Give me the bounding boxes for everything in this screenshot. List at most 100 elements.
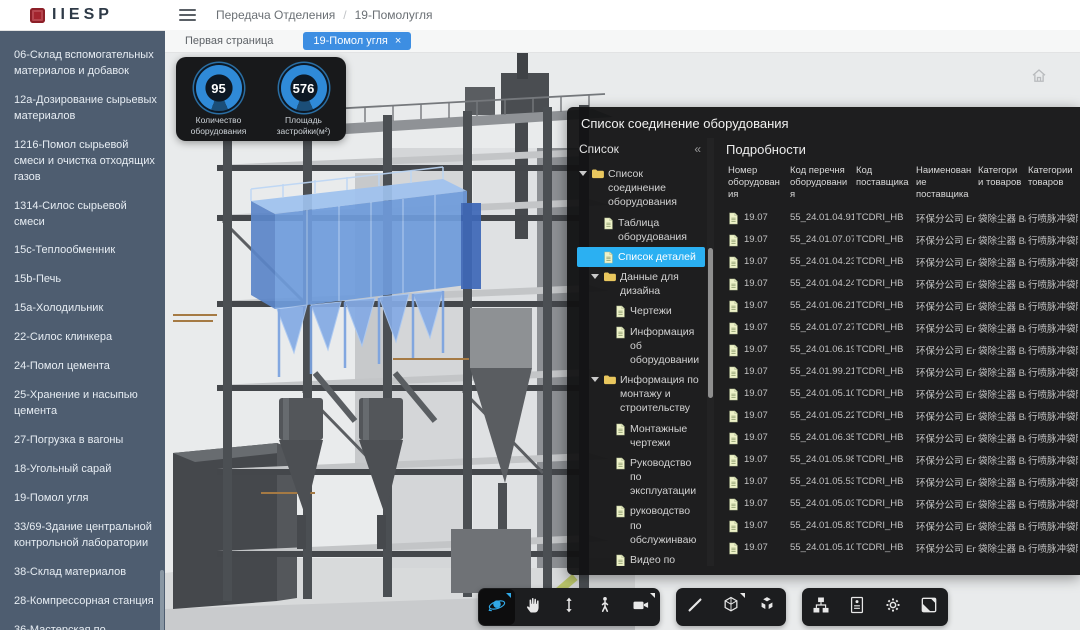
tree-item[interactable]: Список деталей: [577, 247, 705, 267]
column-header[interactable]: Категории товаров: [976, 163, 1026, 207]
sidebar-item[interactable]: 15b-Печь: [14, 272, 159, 288]
tool-fullscreen-button[interactable]: [911, 589, 947, 625]
table-row[interactable]: 19.0755_24.01.05.100TCDRI_HB环保分公司 Envirc…: [726, 383, 1078, 405]
tool-elevation-button[interactable]: [551, 589, 587, 625]
table-cell: 19.07: [726, 339, 788, 361]
table-row[interactable]: 19.0755_24.01.04.24TCDRI_HB环保分公司 Envirc袋…: [726, 273, 1078, 295]
sidebar-item[interactable]: 22-Силос клинкера: [14, 330, 159, 346]
tree-item[interactable]: руководство по обслужинваю: [577, 501, 705, 550]
file-icon: [728, 300, 739, 313]
table-cell: TCDRI_HB: [854, 251, 914, 273]
expand-caret-icon[interactable]: [579, 171, 587, 176]
tree-scrollbar[interactable]: [707, 138, 714, 566]
menu-icon[interactable]: [179, 6, 196, 24]
toolbar-group: [802, 588, 948, 626]
table-cell: 行喷脉冲袋除: [1026, 537, 1078, 559]
tool-walk-button[interactable]: [587, 589, 623, 625]
table-cell: 袋除尘器 Bag: [976, 207, 1026, 229]
tree-item-folder[interactable]: Данные для дизайна: [577, 267, 705, 301]
table-row[interactable]: 19.0755_24.01.06.19TCDRI_HB环保分公司 Envirc袋…: [726, 339, 1078, 361]
tab-inactive[interactable]: Первая страница: [181, 33, 277, 49]
table-cell: 55_24.01.05.53: [788, 471, 854, 493]
sidebar-item[interactable]: 18-Угольный сарай: [14, 462, 159, 478]
collapse-icon[interactable]: «: [694, 142, 701, 156]
tool-settings-button[interactable]: [875, 589, 911, 625]
sidebar-item[interactable]: 33/69-Здание центральной контрольной лаб…: [14, 520, 159, 552]
tool-hierarchy-button[interactable]: [803, 589, 839, 625]
tree-item-folder[interactable]: Информация по монтажу и строительству: [577, 370, 705, 419]
tool-pan-button[interactable]: [515, 589, 551, 625]
logo: IIESP: [0, 6, 165, 24]
table-cell: TCDRI_HB: [854, 339, 914, 361]
table-row[interactable]: 19.0755_24.01.04.23TCDRI_HB环保分公司 Envirc袋…: [726, 251, 1078, 273]
sidebar-item[interactable]: 19-Помол угля: [14, 491, 159, 507]
table-cell: 袋除尘器 Bag: [976, 361, 1026, 383]
tool-orbit-button[interactable]: [479, 589, 515, 625]
fullscreen-icon: [919, 595, 939, 620]
sidebar-item[interactable]: 06-Склад вспомогательных материалов и до…: [14, 48, 159, 80]
tree-item[interactable]: Монтажные чертежи: [577, 419, 705, 453]
table-row[interactable]: 19.0755_24.01.06.35TCDRI_HB环保分公司 Envirc袋…: [726, 427, 1078, 449]
file-icon: [615, 554, 626, 566]
table-row[interactable]: 19.0755_24.01.99.21TCDRI_HB环保分公司 Envirc袋…: [726, 361, 1078, 383]
table-row[interactable]: 19.0755_24.01.07.07TCDRI_HB环保分公司 Envirc袋…: [726, 229, 1078, 251]
column-header[interactable]: Наименование поставщика: [914, 163, 976, 207]
gauge: 576Площадь застройки(м²): [265, 65, 343, 136]
sidebar-item[interactable]: 24-Помол цемента: [14, 359, 159, 375]
table-cell: 行喷脉冲袋除: [1026, 471, 1078, 493]
table-row[interactable]: 19.0755_24.01.05.98TCDRI_HB环保分公司 Envirc袋…: [726, 449, 1078, 471]
column-header[interactable]: Код перечня оборудования: [788, 163, 854, 207]
file-icon: [615, 505, 626, 518]
sidebar-item[interactable]: 1314-Силос сырьевой смеси: [14, 199, 159, 231]
sidebar-item[interactable]: 36-Мастерская по механическому ремонту: [14, 623, 159, 630]
table-row[interactable]: 19.0755_24.01.05.83TCDRI_HB环保分公司 Envirc袋…: [726, 515, 1078, 537]
sidebar-item[interactable]: 38-Склад материалов: [14, 565, 159, 581]
sidebar-item[interactable]: 15с-Теплообменник: [14, 243, 159, 259]
table-cell: 袋除尘器 Bag: [976, 339, 1026, 361]
tool-camera-button[interactable]: [623, 589, 659, 625]
column-header[interactable]: Код поставщика: [854, 163, 914, 207]
breadcrumb-item[interactable]: Передача Отделения: [216, 8, 335, 22]
file-icon: [728, 454, 739, 467]
home-icon[interactable]: [1030, 67, 1048, 85]
table-row[interactable]: 19.0755_24.01.05.53TCDRI_HB环保分公司 Envirc袋…: [726, 471, 1078, 493]
sidebar-item[interactable]: 1216-Помол сырьевой смеси и очистка отхо…: [14, 138, 159, 186]
table-row[interactable]: 19.0755_24.01.05.103TCDRI_HB环保分公司 Envirc…: [726, 537, 1078, 559]
table-cell: 行喷脉冲袋除: [1026, 449, 1078, 471]
column-header[interactable]: Категории товаров: [1026, 163, 1078, 207]
tool-viewcube-button[interactable]: [749, 589, 785, 625]
tree-item[interactable]: Руководство по эксплуатации: [577, 453, 705, 502]
sidebar-scrollbar[interactable]: [160, 570, 164, 630]
expand-caret-icon[interactable]: [591, 377, 599, 382]
tree-item[interactable]: Информация об оборудовании: [577, 322, 705, 371]
elevation-icon: [559, 595, 579, 620]
table-row[interactable]: 19.0755_24.01.04.91TCDRI_HB环保分公司 Envirc袋…: [726, 207, 1078, 229]
sidebar-item[interactable]: 12а-Дозирование сырьевых материалов: [14, 93, 159, 125]
toolbar-group: [676, 588, 786, 626]
column-header[interactable]: Номер оборудования: [726, 163, 788, 207]
tree-item[interactable]: Чертежи: [577, 301, 705, 321]
table-row[interactable]: 19.0755_24.01.06.21TCDRI_HB环保分公司 Envirc袋…: [726, 295, 1078, 317]
tool-measure-button[interactable]: [677, 589, 713, 625]
sidebar-item[interactable]: 15а-Холодильник: [14, 301, 159, 317]
tool-explode-button[interactable]: [713, 589, 749, 625]
table-row[interactable]: 19.0755_24.01.05.22TCDRI_HB环保分公司 Envirc袋…: [726, 405, 1078, 427]
table-row[interactable]: 19.0755_24.01.07.27TCDRI_HB环保分公司 Envirc袋…: [726, 317, 1078, 339]
tree-item[interactable]: Таблица оборудования: [577, 213, 705, 247]
sidebar-item[interactable]: 27-Погрузка в вагоны: [14, 433, 159, 449]
breadcrumb-item[interactable]: 19-Помолугля: [355, 8, 433, 22]
table-cell: 袋除尘器 Bag: [976, 273, 1026, 295]
table-row[interactable]: 19.0755_24.01.05.03TCDRI_HB环保分公司 Envirc袋…: [726, 493, 1078, 515]
tree-item-label: Руководство по эксплуатации: [630, 456, 703, 499]
tree-item-folder[interactable]: Список соединение оборудования: [577, 164, 705, 213]
gauge-label: Количество оборудования: [180, 115, 258, 136]
walk-icon: [595, 595, 615, 620]
tab-active[interactable]: 19-Помол угля×: [303, 32, 411, 50]
expand-caret-icon[interactable]: [591, 274, 599, 279]
tab-close-icon[interactable]: ×: [395, 36, 401, 47]
tree-item[interactable]: Видео по монтажу: [577, 550, 705, 566]
sidebar-item[interactable]: 28-Компрессорная станция: [14, 594, 159, 610]
table-cell: 行喷脉冲袋除: [1026, 383, 1078, 405]
tool-properties-button[interactable]: [839, 589, 875, 625]
sidebar-item[interactable]: 25-Хранение и насыпью цемента: [14, 388, 159, 420]
